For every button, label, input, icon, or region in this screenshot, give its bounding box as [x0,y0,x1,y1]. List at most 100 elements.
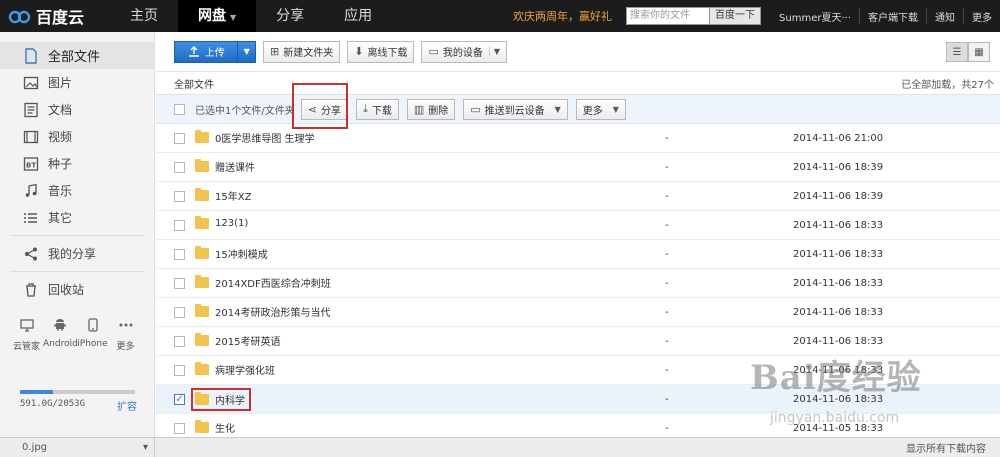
offline-download-button[interactable]: ⬇ 离线下载 [347,40,415,63]
device-iphone[interactable]: iPhone [76,317,109,352]
file-size: - [665,219,669,231]
table-row[interactable]: 0医学思维导图 生理学 - 2014-11-06 21:00 [156,124,1000,153]
client-download-link[interactable]: 客户端下载 [860,9,926,24]
file-size: - [665,335,669,347]
row-checkbox[interactable] [174,219,185,231]
search-button[interactable]: 百度一下 [710,7,762,25]
push-label: 推送到云设备 [484,105,545,117]
table-row[interactable]: 15年XZ - 2014-11-06 18:39 [156,182,1000,211]
cloud-logo-icon [8,10,31,24]
file-name[interactable]: 2014考研政治形策与当代 [215,304,330,319]
upload-main[interactable]: 上传 [175,44,237,59]
delete-button[interactable]: ▥ 删除 [406,98,456,120]
new-folder-icon: ⊞ [270,45,280,58]
folder-icon [195,246,209,259]
my-device-button[interactable]: ▭ 我的设备 ▼ [421,40,507,63]
file-name-cell: 15年XZ [195,188,665,204]
logo[interactable]: 百度云 [0,4,110,28]
row-checkbox[interactable] [174,248,185,260]
file-icon [22,47,40,65]
table-row[interactable]: 赠送课件 - 2014-11-06 18:39 [156,153,1000,182]
more-button[interactable]: 更多 ▼ [575,98,626,120]
row-checkbox[interactable]: ✓ [174,393,185,405]
file-name[interactable]: 15年XZ [215,188,251,203]
table-row[interactable]: 15冲刺模成 - 2014-11-06 18:33 [156,240,1000,269]
upload-label: 上传 [204,48,225,59]
more-icon [109,317,142,333]
file-name[interactable]: 123(1) [215,218,248,229]
row-checkbox[interactable] [174,132,185,144]
selection-text: 已选中1个文件/文件夹 [195,105,295,117]
device-android[interactable]: Android [43,317,78,352]
table-row[interactable]: 123(1) - 2014-11-06 18:33 [156,211,1000,240]
row-checkbox[interactable] [174,190,185,202]
device-pc[interactable]: 云管家 [10,317,43,352]
nav-apps[interactable]: 应用 [324,0,392,32]
more-link[interactable]: 更多 [964,9,1000,24]
divider [10,235,144,236]
file-name[interactable]: 2014XDF西医综合冲刺班 [215,275,331,290]
chevron-down-icon[interactable]: ▼ [237,41,255,62]
expand-quota-link[interactable]: 扩容 [117,398,137,413]
download-item[interactable]: 0.jpg ▾ [0,437,155,457]
view-toggle: ☰ ▦ [946,42,990,62]
row-checkbox[interactable] [174,364,185,376]
sidebar-item-images[interactable]: 图片 [0,69,154,96]
upload-button[interactable]: 上传 ▼ [174,40,256,63]
row-checkbox[interactable] [174,277,185,289]
file-name[interactable]: 内科学 [215,392,245,407]
sidebar-item-docs[interactable]: 文档 [0,96,154,123]
device-more[interactable]: 更多 [109,317,142,352]
breadcrumb[interactable]: 全部文件 [174,76,214,91]
row-checkbox[interactable] [174,422,185,434]
table-row[interactable]: 2014XDF西医综合冲刺班 - 2014-11-06 18:33 [156,269,1000,298]
download-filename: 0.jpg [22,442,48,453]
file-name[interactable]: 0医学思维导图 生理学 [215,130,315,145]
file-name[interactable]: 病理学强化班 [215,362,275,377]
file-name-cell: 2015考研英语 [195,333,665,349]
nav-share[interactable]: 分享 [256,0,324,32]
file-name[interactable]: 赠送课件 [215,159,255,174]
file-name[interactable]: 2015考研英语 [215,333,280,348]
file-name[interactable]: 生化 [215,420,235,435]
sidebar-item-recycle[interactable]: 回收站 [0,276,154,303]
select-all-checkbox[interactable] [174,103,185,115]
new-folder-button[interactable]: ⊞ 新建文件夹 [263,40,341,63]
breadcrumb-row: 全部文件 已全部加载，共27个 [156,72,1000,94]
share-highlight-box [292,83,348,129]
promo-link[interactable]: 欢庆两周年，赢好礼 [513,8,612,24]
nav-home[interactable]: 主页 [110,0,178,32]
sidebar-item-other[interactable]: 其它 [0,204,154,231]
row-checkbox[interactable] [174,161,185,173]
sidebar-item-all-files[interactable]: 全部文件 [0,42,154,69]
table-row[interactable]: 2014考研政治形策与当代 - 2014-11-06 18:33 [156,298,1000,327]
sidebar-item-music[interactable]: 音乐 [0,177,154,204]
notify-link[interactable]: 通知 [927,9,963,24]
nav-netdisk[interactable]: 网盘 ▼ [178,0,257,32]
sidebar-item-videos[interactable]: 视频 [0,123,154,150]
sidebar-item-torrents[interactable]: BT 种子 [0,150,154,177]
download-icon: ⤓ [362,102,368,115]
new-folder-label: 新建文件夹 [283,48,334,59]
push-to-device-button[interactable]: ▭ 推送到云设备 ▼ [463,98,568,120]
image-icon [22,74,40,92]
user-menu[interactable]: Summer夏天··· [771,9,859,24]
show-all-downloads-link[interactable]: 显示所有下载内容 [906,440,986,455]
folder-icon [195,216,209,229]
row-checkbox[interactable] [174,306,185,318]
bt-icon: BT [22,155,40,173]
delete-label: 删除 [428,105,449,117]
svg-text:BT: BT [26,161,36,169]
download-bar: 0.jpg ▾ 显示所有下载内容 [0,437,1000,457]
grid-view-icon[interactable]: ▦ [968,42,990,62]
chevron-down-icon: ▼ [612,104,619,114]
sidebar-item-my-share[interactable]: 我的分享 [0,240,154,267]
search-input[interactable]: 搜索你的文件 [626,7,711,25]
file-name[interactable]: 15冲刺模成 [215,246,268,261]
download-button[interactable]: ⤓ 下载 [355,98,399,120]
chevron-down-icon: ▼ [488,47,500,56]
list-view-icon[interactable]: ☰ [946,42,968,62]
row-checkbox[interactable] [174,335,185,347]
chevron-down-icon[interactable]: ▾ [143,442,148,453]
